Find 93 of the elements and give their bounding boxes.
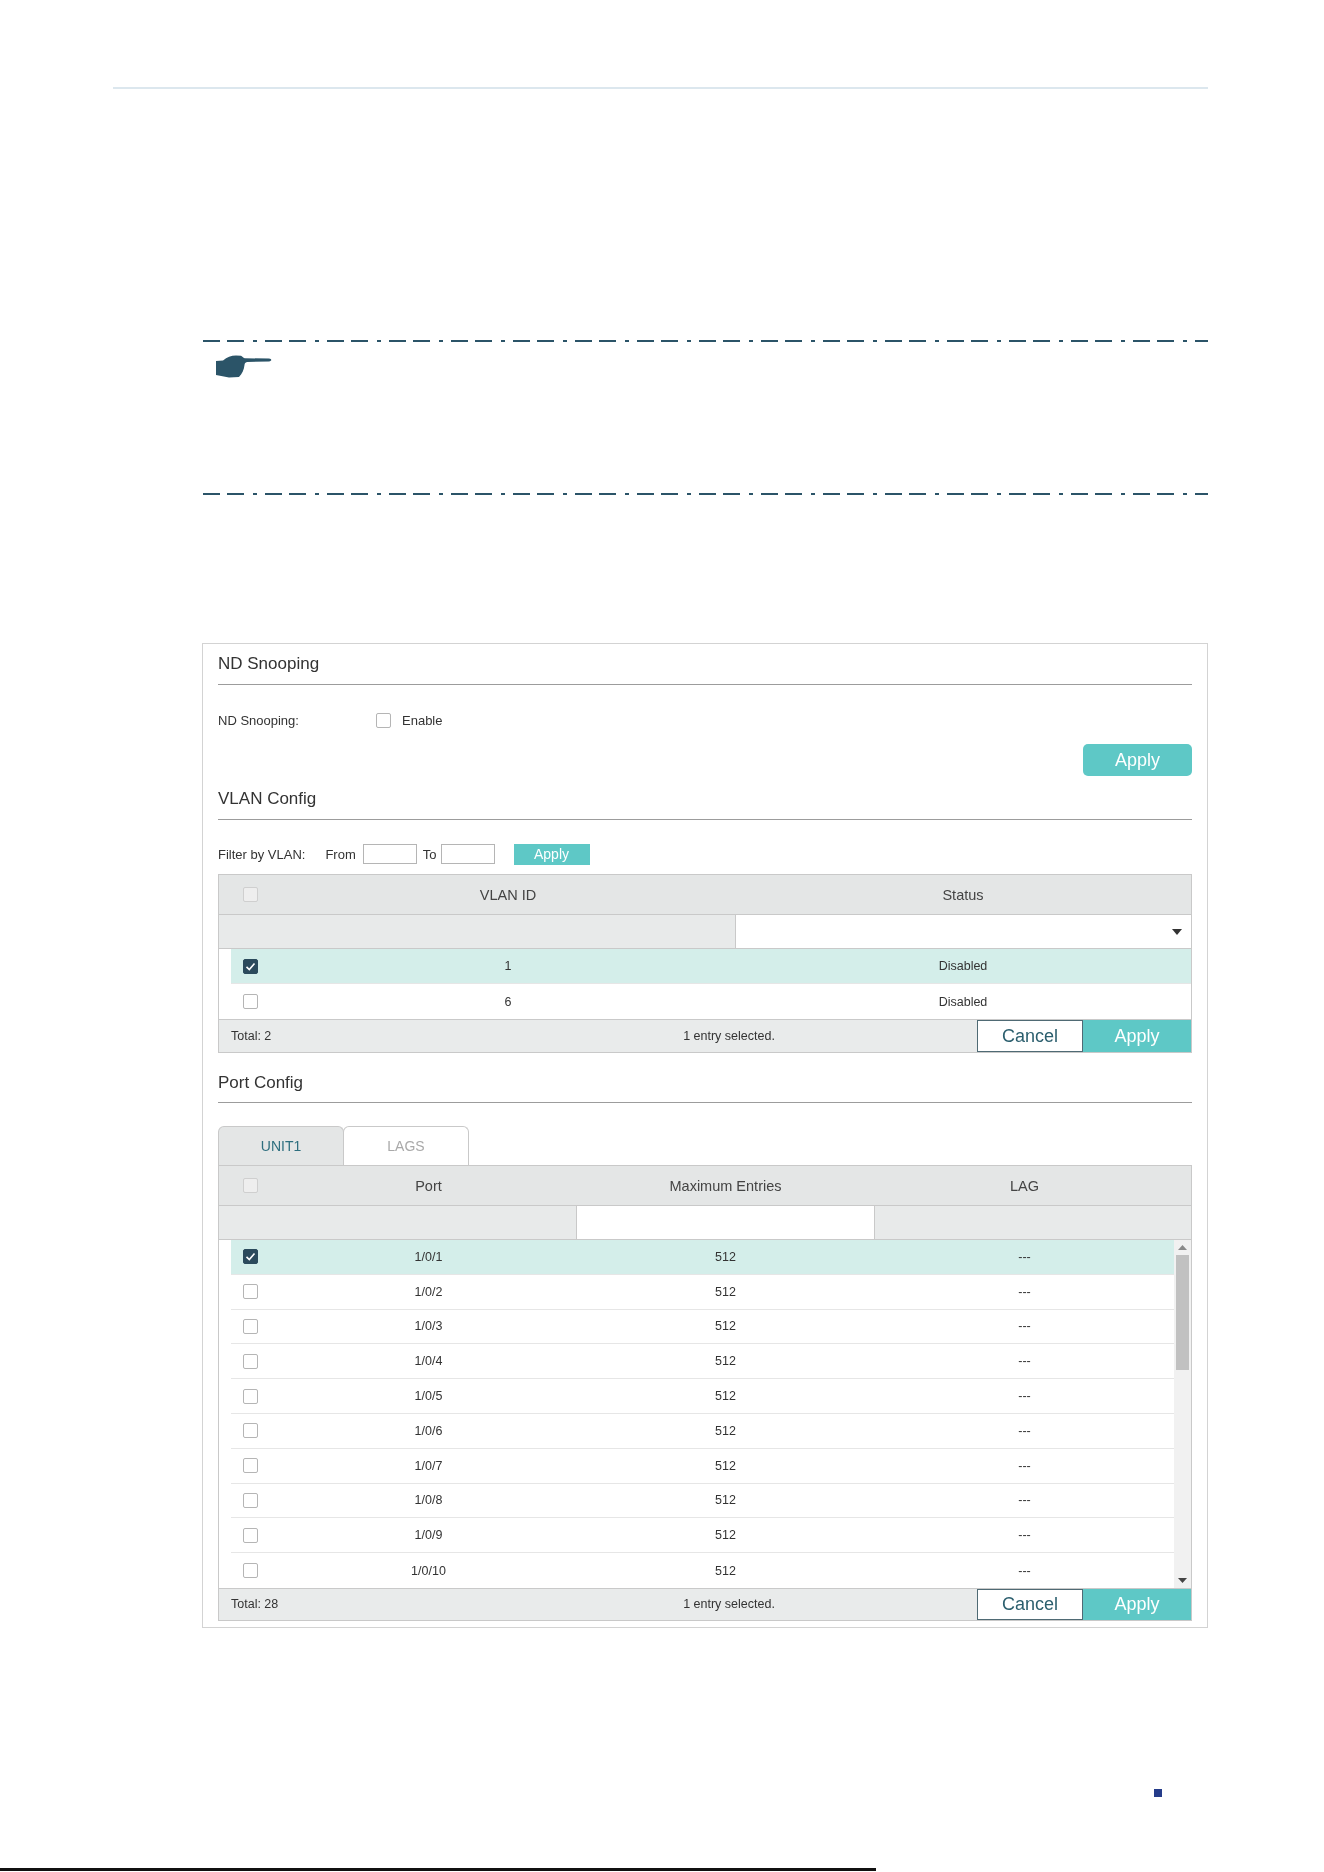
cancel-button[interactable]: Cancel xyxy=(977,1020,1083,1052)
table-cell: 1/0/5 xyxy=(414,1389,443,1404)
column-header: LAG xyxy=(1010,1177,1039,1194)
select-all-checkbox[interactable] xyxy=(243,1178,258,1193)
column-header: VLAN ID xyxy=(479,886,537,903)
table-cell: 512 xyxy=(715,1458,736,1473)
section-title: VLAN Config xyxy=(218,789,317,809)
from-input[interactable] xyxy=(362,844,417,864)
row-checkbox[interactable] xyxy=(243,1319,258,1334)
scroll-down-icon[interactable] xyxy=(1178,1577,1187,1583)
row-checkbox[interactable] xyxy=(243,1563,258,1579)
table-row[interactable]: 1/0/10 512 --- xyxy=(231,1553,1174,1588)
to-input[interactable] xyxy=(440,844,495,864)
table-row[interactable]: 1/0/7 512 --- xyxy=(231,1448,1174,1484)
table-cell: --- xyxy=(1018,1284,1031,1299)
table-cell: --- xyxy=(1018,1319,1031,1334)
pointing-hand-icon xyxy=(215,353,272,378)
row-checkbox[interactable] xyxy=(243,1527,258,1543)
to-label: To xyxy=(422,846,437,862)
table-cell: 1/0/7 xyxy=(414,1458,443,1473)
table-cell: 1/0/2 xyxy=(414,1284,443,1299)
table-cell: 1/0/1 xyxy=(414,1249,443,1264)
table-row[interactable]: 1/0/9 512 --- xyxy=(231,1518,1174,1554)
column-header: Maximum Entries xyxy=(669,1177,782,1194)
table-cell: --- xyxy=(1018,1249,1031,1264)
table-cell: --- xyxy=(1018,1528,1031,1543)
table-cell: 512 xyxy=(715,1528,736,1543)
table-row[interactable]: 1/0/4 512 --- xyxy=(231,1344,1174,1380)
total-count: Total: 2 xyxy=(231,1029,272,1043)
section-title: ND Snooping xyxy=(218,654,320,674)
table-cell: 1/0/9 xyxy=(414,1528,443,1543)
table-row[interactable]: 1 Disabled xyxy=(231,949,1191,984)
from-label: From xyxy=(325,846,356,862)
row-checkbox[interactable] xyxy=(243,1492,258,1508)
table-cell: 512 xyxy=(715,1319,736,1334)
table-row[interactable]: 1/0/3 512 --- xyxy=(231,1309,1174,1345)
caret-icon xyxy=(1172,928,1182,935)
row-checkbox[interactable] xyxy=(243,958,258,974)
table-cell: 512 xyxy=(715,1563,736,1578)
table-cell: 1/0/3 xyxy=(414,1319,443,1334)
row-checkbox[interactable] xyxy=(243,1388,258,1404)
table-cell: --- xyxy=(1018,1423,1031,1438)
tab[interactable]: UNIT1 xyxy=(218,1126,344,1165)
table-cell: 1/0/4 xyxy=(414,1354,443,1369)
table-cell: 512 xyxy=(715,1354,736,1369)
tick-icon xyxy=(245,960,256,972)
selection-status: 1 entry selected. xyxy=(683,1597,775,1612)
table-cell: --- xyxy=(1018,1493,1031,1508)
table-cell: 512 xyxy=(715,1423,736,1438)
table-row[interactable]: 1/0/8 512 --- xyxy=(231,1483,1174,1519)
table-cell: 6 xyxy=(504,994,512,1009)
table-cell: 512 xyxy=(715,1249,736,1264)
row-checkbox[interactable] xyxy=(243,1458,258,1474)
field-label: ND Snooping: xyxy=(218,712,300,728)
table-row[interactable]: 1/0/2 512 --- xyxy=(231,1274,1174,1310)
section-title: Port Config xyxy=(218,1073,304,1093)
table-cell: Disabled xyxy=(938,959,988,973)
table-cell: --- xyxy=(1018,1389,1031,1404)
table-cell: 1/0/8 xyxy=(414,1493,443,1508)
table-cell: 512 xyxy=(715,1284,736,1299)
scrollbar[interactable] xyxy=(1174,1240,1191,1588)
table-cell: 512 xyxy=(715,1389,736,1404)
cancel-button[interactable]: Cancel xyxy=(977,1588,1083,1620)
row-checkbox[interactable] xyxy=(243,994,258,1009)
scrollbar-thumb[interactable] xyxy=(1176,1255,1189,1370)
column-header: Port xyxy=(415,1177,442,1194)
input-field[interactable] xyxy=(576,1206,875,1239)
enable-checkbox[interactable] xyxy=(376,712,391,728)
table-row[interactable]: 1/0/5 512 --- xyxy=(231,1379,1174,1414)
table-row[interactable]: 1/0/6 512 --- xyxy=(231,1414,1174,1449)
tick-icon xyxy=(245,1251,256,1263)
table-cell: --- xyxy=(1018,1563,1031,1578)
table-cell: --- xyxy=(1018,1354,1031,1369)
table-cell: Disabled xyxy=(938,994,988,1009)
column-header: Status xyxy=(942,886,984,903)
table-row[interactable]: 1/0/1 512 --- xyxy=(231,1240,1174,1275)
total-count: Total: 28 xyxy=(231,1597,279,1612)
checkbox-label: Enable xyxy=(402,712,443,728)
scroll-up-icon[interactable] xyxy=(1178,1245,1187,1250)
table-cell: 512 xyxy=(715,1493,736,1508)
table-cell: 1 xyxy=(504,959,512,973)
page-marker-icon xyxy=(1154,1788,1162,1797)
row-checkbox[interactable] xyxy=(243,1249,258,1265)
table-row[interactable]: 6 Disabled xyxy=(231,984,1191,1019)
row-checkbox[interactable] xyxy=(243,1353,258,1369)
table-cell: 1/0/10 xyxy=(411,1563,446,1578)
table-cell: 1/0/6 xyxy=(414,1423,443,1438)
row-checkbox[interactable] xyxy=(243,1284,258,1300)
selection-status: 1 entry selected. xyxy=(683,1029,775,1043)
select-all-checkbox[interactable] xyxy=(243,887,258,902)
table-cell: --- xyxy=(1018,1458,1031,1473)
filter-label: Filter by VLAN: xyxy=(218,846,306,862)
row-checkbox[interactable] xyxy=(243,1423,258,1439)
